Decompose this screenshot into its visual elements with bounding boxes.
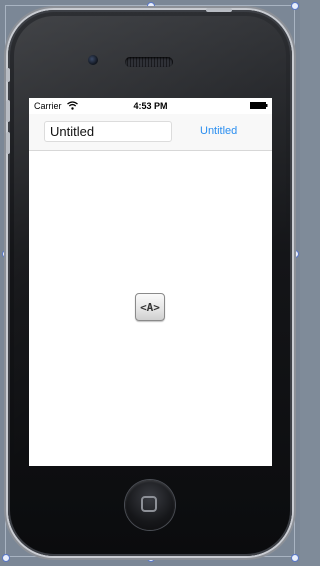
speaker-icon bbox=[125, 57, 173, 67]
resize-handle-top-right[interactable] bbox=[291, 2, 299, 10]
home-button-icon bbox=[141, 496, 157, 512]
custom-view-placeholder[interactable]: <A> bbox=[135, 293, 165, 321]
interface-builder-canvas: Carrier 4:53 PM Untitled <A> bbox=[0, 0, 300, 566]
battery-icon bbox=[250, 102, 268, 109]
mute-switch bbox=[6, 68, 10, 82]
camera-icon bbox=[88, 55, 98, 65]
resize-handle-middle-right[interactable] bbox=[291, 250, 299, 258]
status-time: 4:53 PM bbox=[133, 101, 168, 111]
nav-title-button[interactable]: Untitled bbox=[200, 125, 237, 137]
resize-handle-bottom-right[interactable] bbox=[291, 554, 299, 562]
resize-handle-bottom-left[interactable] bbox=[2, 554, 10, 562]
volume-up-button bbox=[6, 100, 10, 122]
volume-down-button bbox=[6, 132, 10, 154]
resize-handle-top-center[interactable] bbox=[147, 2, 155, 10]
navigation-bar: Untitled bbox=[29, 114, 272, 151]
device-screen: Carrier 4:53 PM Untitled <A> bbox=[29, 98, 272, 466]
title-text-field[interactable] bbox=[44, 121, 172, 142]
status-bar: Carrier 4:53 PM bbox=[29, 98, 272, 114]
power-button bbox=[206, 8, 232, 12]
home-button[interactable] bbox=[125, 480, 175, 530]
